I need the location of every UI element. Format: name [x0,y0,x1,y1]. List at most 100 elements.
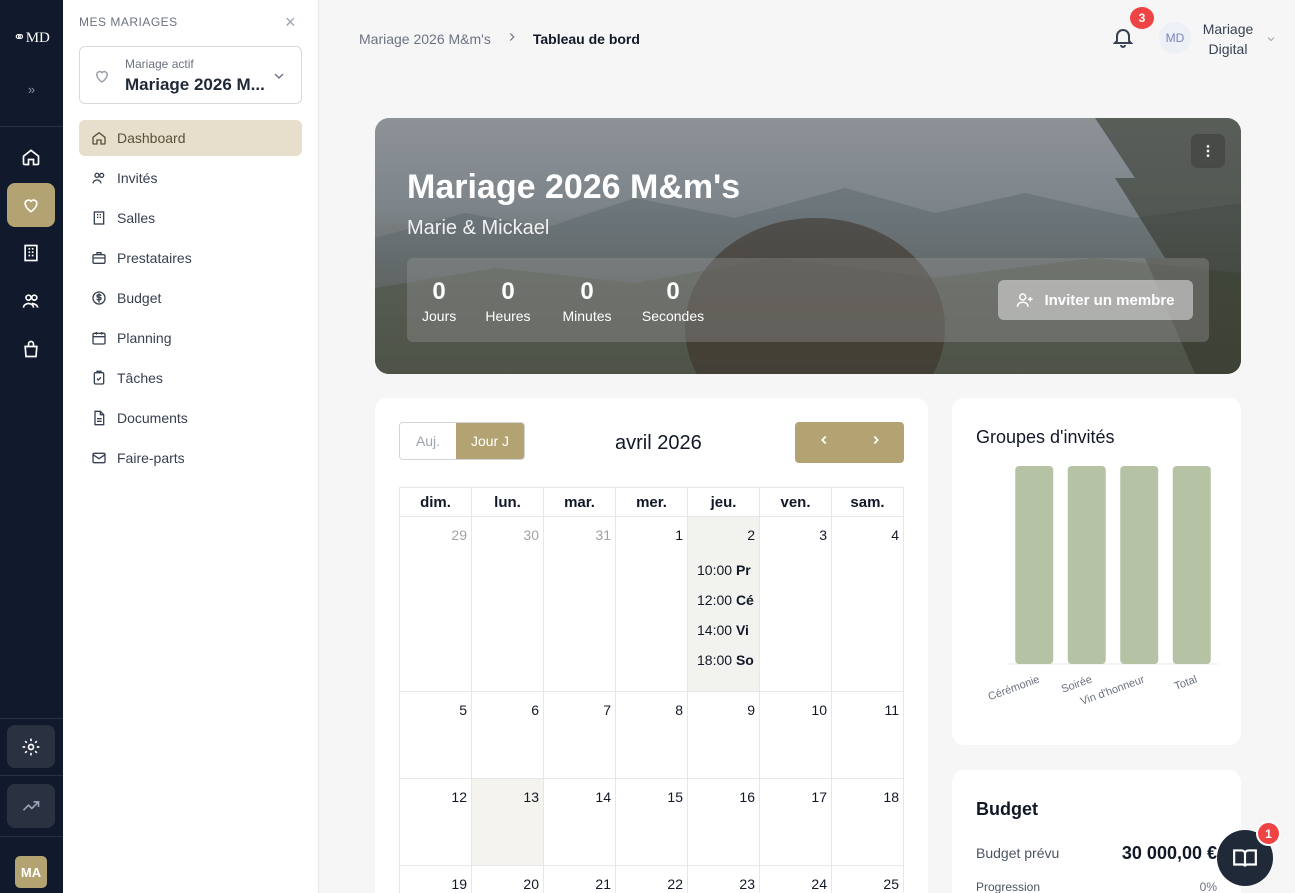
rail-settings-button[interactable] [7,725,55,768]
budget-planned-value: 30 000,00 € [1121,843,1217,863]
calendar-day[interactable]: 29 [399,516,472,692]
budget-title: Budget [976,799,1038,819]
countdown-days: 0 Jours [422,278,456,324]
calendar-day[interactable]: 3 [759,516,832,692]
calendar-day[interactable]: 24 [759,865,832,893]
calendar-day[interactable]: 10 [759,691,832,779]
calendar-event[interactable]: 12:00 Cé [688,585,755,615]
calendar-day[interactable]: 1 [615,516,688,692]
user-name[interactable]: Mariage Digital [1197,19,1259,59]
chart-x-tick-label: Total [1173,674,1199,693]
invite-member-button[interactable]: Inviter un membre [998,280,1193,320]
day-number: 7 [603,702,611,718]
chevron-down-icon[interactable] [1265,33,1277,45]
sidebar-item-label: Faire-parts [117,450,185,466]
chart-bar[interactable] [1067,466,1106,664]
chart-bar[interactable] [1015,466,1054,664]
weekday-header: sam. [831,487,904,517]
rail-home-button[interactable] [7,135,55,179]
calendar-day[interactable]: 20 [471,865,544,893]
sidebar-item-prestataires[interactable]: Prestataires [79,240,302,276]
expand-rail-button[interactable]: » [0,82,63,97]
calendar-day[interactable]: 30 [471,516,544,692]
chart-bar[interactable] [1120,466,1159,664]
calendar-day[interactable]: 5 [399,691,472,779]
calendar-day[interactable]: 14 [543,778,616,866]
notifications-button[interactable] [1111,25,1135,54]
breadcrumb-parent[interactable]: Mariage 2026 M&m's [359,31,491,47]
calendar-day[interactable]: 7 [543,691,616,779]
countdown-label: Secondes [641,308,705,324]
sidebar-item-salles[interactable]: Salles [79,200,302,236]
rail-divider [0,718,63,719]
mail-icon [92,452,106,464]
calendar-day-today[interactable]: 13 [471,778,544,866]
account-avatar[interactable]: MA [15,856,47,888]
sidebar-item-taches[interactable]: Tâches [79,360,302,396]
sidebar-item-planning[interactable]: Planning [79,320,302,356]
user-avatar[interactable]: MD [1159,22,1191,54]
calendar-day[interactable]: 23 [687,865,760,893]
next-month-button[interactable] [869,430,883,453]
weekday-header: lun. [471,487,544,517]
calendar-day[interactable]: 15 [615,778,688,866]
sidebar-item-documents[interactable]: Documents [79,400,302,436]
sidebar-item-invites[interactable]: Invités [79,160,302,196]
wedding-day-button[interactable]: Jour J [456,423,524,459]
event-title: Cé [735,592,754,608]
sidebar-item-label: Documents [117,410,188,426]
calendar-day[interactable]: 17 [759,778,832,866]
day-number: 11 [884,702,899,718]
rail-shop-button[interactable] [7,327,55,371]
calendar-day[interactable]: 12 [399,778,472,866]
calendar-day[interactable]: 22 [615,865,688,893]
sidebar-item-budget[interactable]: Budget [79,280,302,316]
guest-groups-title: Groupes d'invités [976,427,1115,447]
calendar-day[interactable]: 4 [831,516,904,692]
countdown-value: 0 [501,278,515,305]
sidebar-item-faire-parts[interactable]: Faire-parts [79,440,302,476]
calendar-event[interactable]: 10:00 Pr [688,555,755,585]
calendar-day[interactable]: 6 [471,691,544,779]
rail-venues-button[interactable] [7,231,55,275]
budget-progress-value: 0% [1199,880,1217,893]
weekday-header: ven. [759,487,832,517]
chart-bar[interactable] [1172,466,1211,664]
prev-month-button[interactable] [817,430,831,453]
rail-stats-button[interactable] [7,784,55,828]
rail-guests-button[interactable] [7,279,55,323]
more-vertical-icon [1206,145,1210,157]
calendar-month-title: avril 2026 [615,432,702,454]
weekday-header: dim. [399,487,472,517]
calendar-day[interactable]: 11 [831,691,904,779]
day-number: 21 [595,876,611,892]
rail-weddings-button[interactable] [7,183,55,227]
calendar-day[interactable]: 9 [687,691,760,779]
close-sidebar-button[interactable]: × [285,12,296,33]
wedding-sidebar: MES MARIAGES × Mariage actif Mariage 202… [63,0,319,893]
users-icon [92,172,105,184]
day-number: 22 [667,876,683,892]
calendar-day[interactable]: 31 [543,516,616,692]
app-logo[interactable]: ⚭MD [0,28,63,47]
calendar-nav-buttons [795,422,904,463]
chevron-left-icon [821,435,827,445]
dollar-icon [92,291,106,305]
sidebar-item-dashboard[interactable]: Dashboard [79,120,302,156]
calendar-day[interactable]: 19 [399,865,472,893]
wedding-selector[interactable]: Mariage actif Mariage 2026 M... [79,46,302,104]
countdown-seconds: 0 Secondes [639,278,707,324]
hero-menu-button[interactable] [1191,134,1225,168]
calendar-event[interactable]: 18:00 So [688,645,755,675]
weekday-header: mar. [543,487,616,517]
calendar-day[interactable]: 18 [831,778,904,866]
calendar-day[interactable]: 16 [687,778,760,866]
today-button[interactable]: Auj. [400,423,456,459]
calendar-event[interactable]: 14:00 Vi [688,615,755,645]
calendar-day[interactable]: 8 [615,691,688,779]
calendar-day-wedding[interactable]: 2 10:00 Pr 12:00 Cé 14:00 Vi 18:00 So [687,516,760,692]
calendar-day[interactable]: 25 [831,865,904,893]
calendar-day[interactable]: 21 [543,865,616,893]
sidebar-item-label: Dashboard [117,130,186,146]
home-icon [22,149,40,166]
